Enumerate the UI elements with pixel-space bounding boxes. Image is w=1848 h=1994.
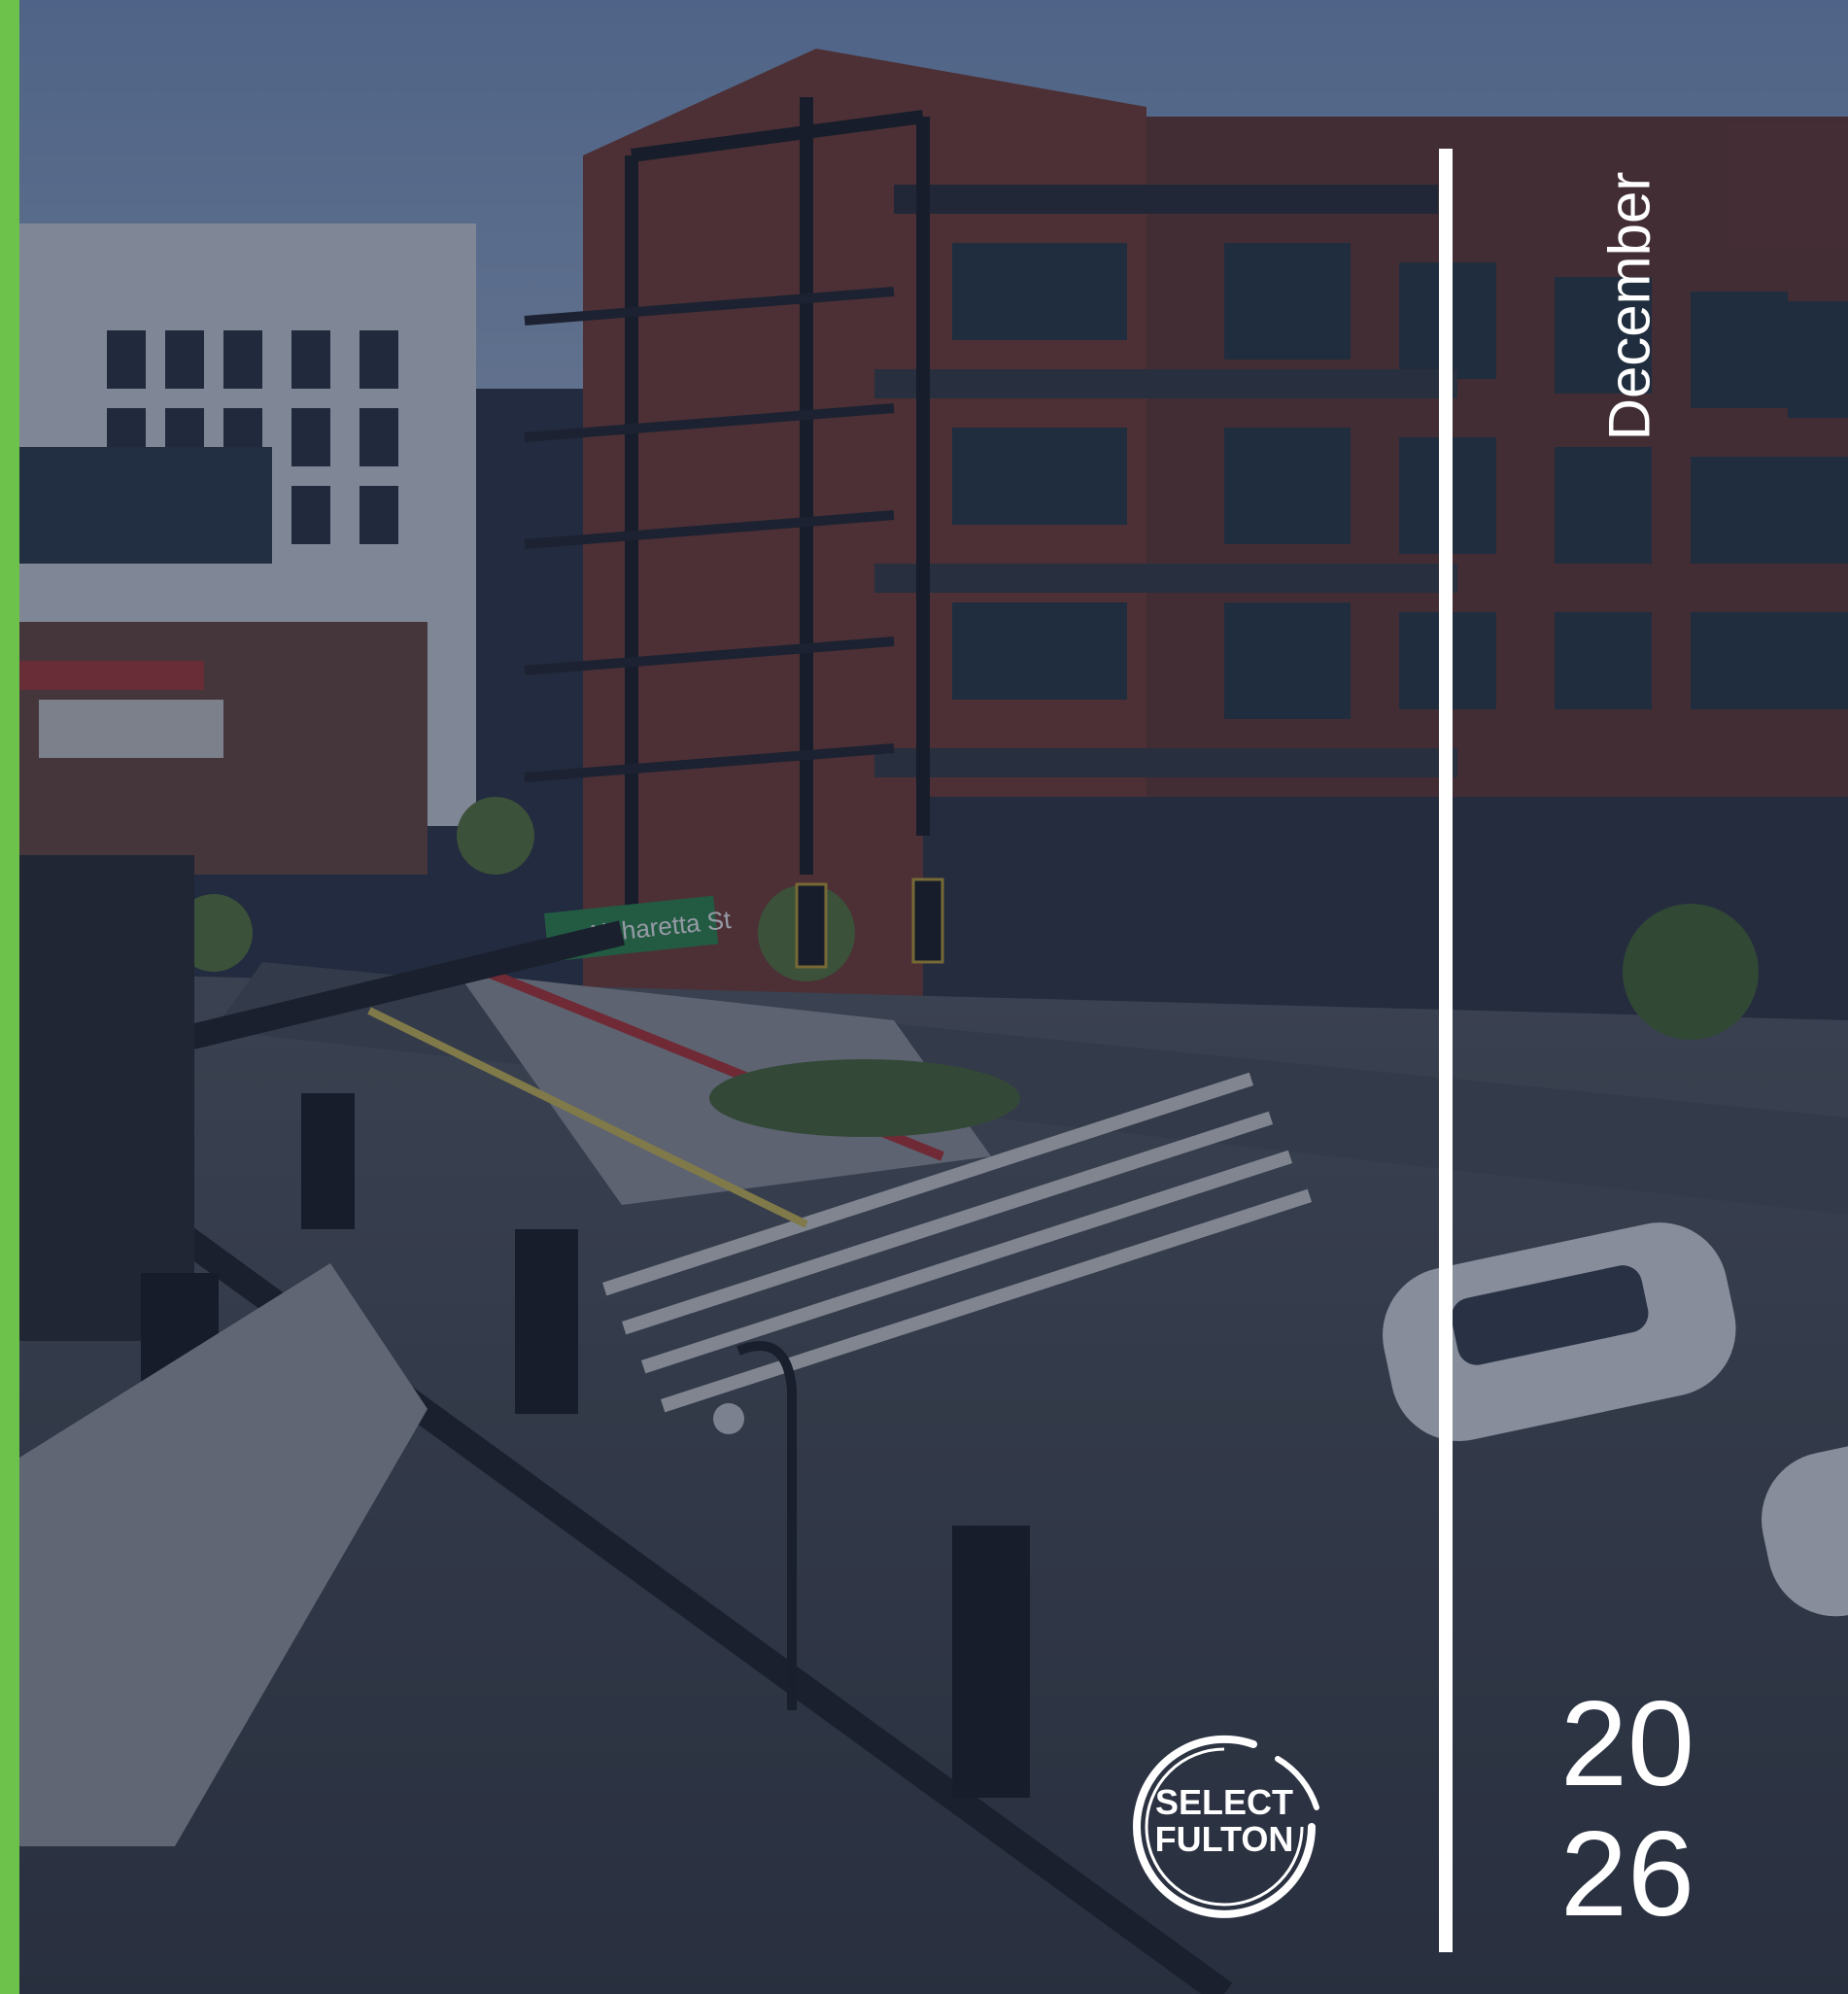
vertical-divider <box>1439 149 1453 1952</box>
year-line-1: 20 <box>1560 1677 1694 1811</box>
month-label: December <box>1596 171 1662 441</box>
cover-page: Alpharetta St December 20 26 SELECT FULT… <box>0 0 1848 1994</box>
logo-line-1: SELECT <box>1154 1782 1293 1822</box>
year-label: 20 26 <box>1516 1679 1739 1940</box>
year-line-2: 26 <box>1560 1807 1694 1942</box>
logo-text: SELECT FULTON <box>1117 1784 1331 1858</box>
logo-line-2: FULTON <box>1154 1819 1294 1859</box>
accent-bar <box>0 0 19 1994</box>
select-fulton-logo: SELECT FULTON <box>1117 1720 1331 1934</box>
